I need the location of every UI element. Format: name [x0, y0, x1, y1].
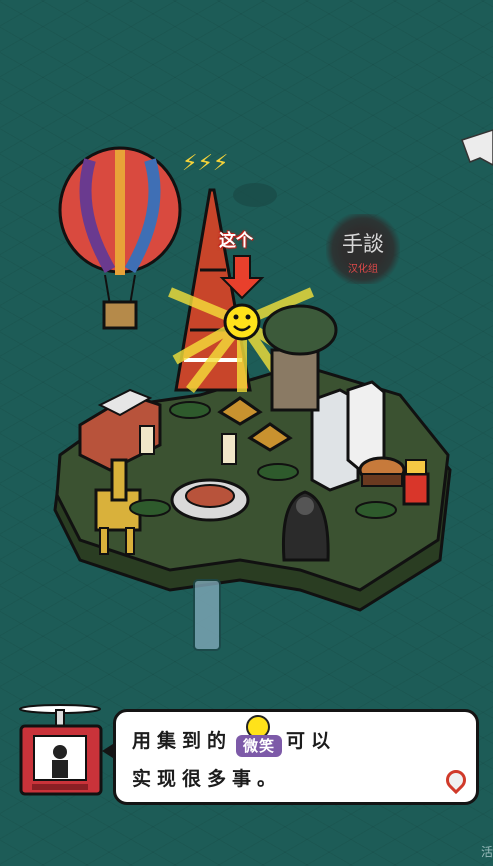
badge-subtitle: 汉化组 — [348, 264, 378, 275]
burger-icon[interactable] — [358, 456, 406, 487]
smile-token-label: 微笑 — [236, 734, 283, 757]
smile-token: 微笑 — [236, 714, 283, 757]
svg-text:⚡⚡⚡: ⚡⚡⚡ — [182, 151, 228, 176]
dialog-box[interactable]: 用集到的 微笑 可以 实现很多事。 — [102, 709, 479, 805]
dialog-tail — [102, 742, 116, 760]
shadow — [233, 183, 277, 207]
bottle-icon[interactable] — [193, 579, 221, 651]
corner-text: 活 — [480, 845, 493, 859]
bird-icon — [461, 129, 493, 166]
location-pin-icon[interactable] — [441, 765, 471, 795]
balloon-icon[interactable] — [58, 146, 182, 330]
fountain-plaza[interactable] — [170, 478, 250, 522]
dialog-line-2: 实现很多事。 — [132, 768, 283, 790]
dialog-text-before: 用集到的 — [132, 730, 233, 752]
badge-title: 手談 — [342, 232, 384, 256]
dialog-line-1: 用集到的 微笑 可以 — [132, 714, 337, 757]
translator-badge: 手談 汉化组 — [326, 214, 400, 284]
fries-icon[interactable] — [402, 459, 430, 506]
dialog-text-after: 可以 — [286, 730, 337, 752]
callout-label: 这个 — [219, 231, 253, 251]
